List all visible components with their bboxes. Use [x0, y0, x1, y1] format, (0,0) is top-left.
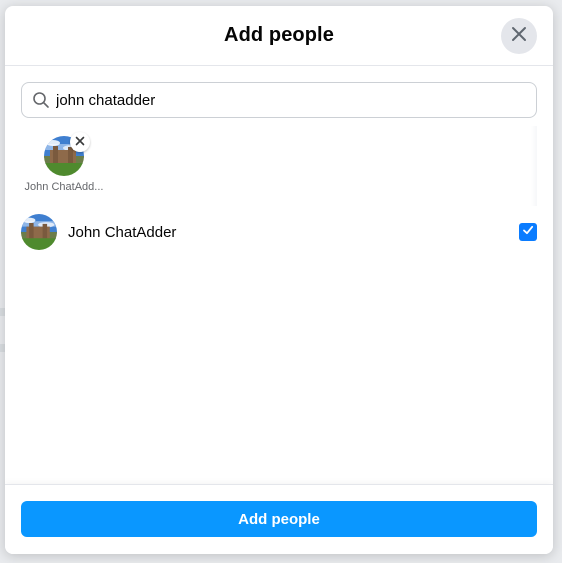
- dialog-header: Add people: [5, 6, 553, 66]
- search-icon: [32, 91, 50, 109]
- person-name: John ChatAdder: [68, 223, 177, 241]
- avatar: [21, 214, 57, 250]
- chip-scroll-fade: [531, 126, 537, 206]
- checkmark-icon: [522, 223, 534, 241]
- add-people-dialog: Add people john chatadder John ChatAdd..…: [5, 6, 553, 554]
- search-field[interactable]: [21, 82, 537, 118]
- close-button[interactable]: [501, 18, 537, 54]
- close-icon: [75, 133, 85, 151]
- remove-selected-button[interactable]: [70, 132, 90, 152]
- add-people-button[interactable]: Add people: [21, 501, 537, 537]
- selected-person-chip: John ChatAdd...: [23, 132, 105, 193]
- dialog-title: Add people: [224, 24, 334, 46]
- select-checkbox[interactable]: [519, 223, 537, 241]
- list-item[interactable]: John ChatAdder: [21, 212, 537, 252]
- close-icon: [511, 26, 527, 47]
- search-input[interactable]: [56, 91, 496, 109]
- dialog-footer: Add people: [5, 484, 553, 554]
- selected-person-label: John ChatAdd...: [24, 181, 104, 193]
